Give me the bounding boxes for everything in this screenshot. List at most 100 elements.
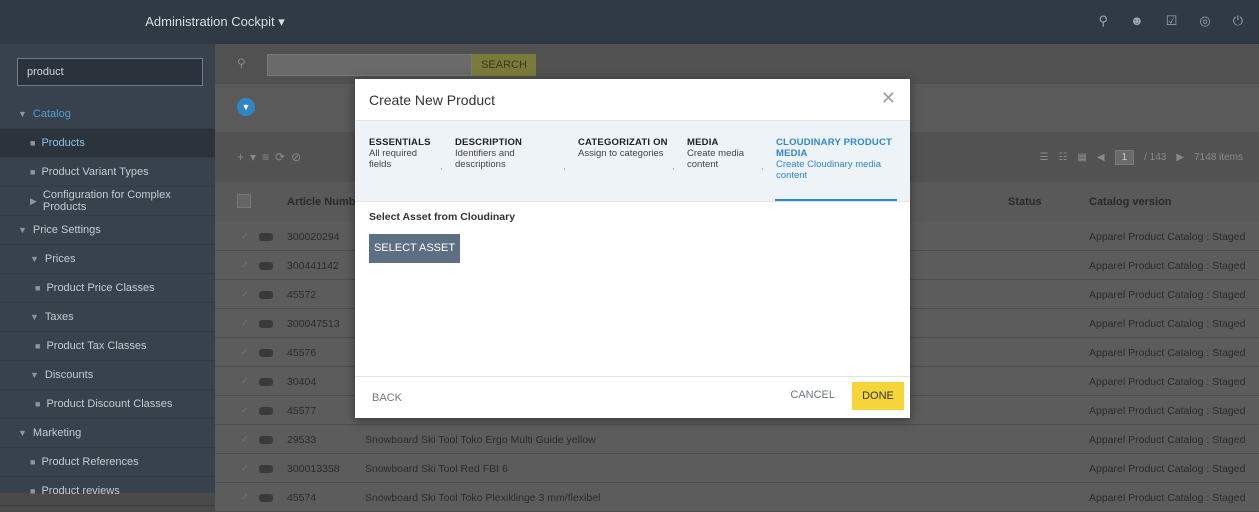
sidebar-item-taxes[interactable]: ▼ Taxes (0, 303, 215, 332)
app-title[interactable]: Administration Cockpit ▾ (0, 14, 430, 30)
caret-down-icon: ▼ (18, 225, 27, 235)
select-asset-label: Select Asset from Cloudinary (369, 211, 516, 223)
sidebar-item-product-discount-classes[interactable]: ■ Product Discount Classes (0, 390, 215, 419)
product-thumbnail (259, 320, 273, 328)
caret-down-icon: ▼ (18, 109, 27, 119)
step-cloudinary-product-media[interactable]: CLOUDINARY PRODUCT MEDIA Create Cloudinar… (776, 137, 900, 181)
sidebar-item-products[interactable]: ■ Products (0, 129, 215, 158)
step-media[interactable]: MEDIA Create media content (687, 137, 762, 170)
product-thumbnail (259, 378, 273, 386)
check-icon[interactable]: ✓ (241, 318, 249, 329)
check-icon[interactable]: ✓ (241, 405, 249, 416)
advanced-search-icon[interactable]: ⚲ (237, 56, 246, 70)
filter-icon[interactable]: ▼ (237, 98, 255, 116)
check-icon[interactable]: ✓ (241, 492, 249, 503)
discount-class-icon: ■ (35, 399, 41, 409)
grid-view-icon[interactable]: ▦ (1077, 152, 1086, 163)
sidebar-item-product-price-classes[interactable]: ■ Product Price Classes (0, 274, 215, 303)
pager: ☰ ☷ ▦ ◀ 1 / 143 ▶ 7148 items (1039, 150, 1243, 165)
sidebar-item-product-reviews[interactable]: ■ Product reviews (0, 477, 215, 506)
table-row[interactable]: ✓ 45574 Snowboard Ski Tool Toko Plexikling… (215, 483, 1259, 512)
step-separator: , (672, 161, 675, 171)
tax-class-icon: ■ (35, 341, 41, 351)
caret-down-icon: ▼ (30, 370, 39, 380)
select-asset-button[interactable]: SELECT ASSET (369, 234, 460, 263)
variant-icon: ■ (30, 167, 36, 177)
table-row[interactable]: ✓ 300013358 Snowboard Ski Tool Red FBI 6 Ap… (215, 454, 1259, 483)
caret-right-icon: ▶ (30, 195, 37, 206)
sidebar-item-marketing[interactable]: ▼ Marketing (0, 419, 215, 448)
step-separator: , (563, 161, 566, 171)
price-class-icon: ■ (35, 283, 41, 293)
select-all-checkbox[interactable] (237, 194, 251, 208)
product-thumbnail (259, 494, 273, 502)
table-row[interactable]: ✓ 29533 Snowboard Ski Tool Toko Ergo Multi… (215, 425, 1259, 454)
prev-page-icon[interactable]: ◀ (1097, 152, 1105, 163)
close-icon[interactable]: ✕ (881, 88, 896, 109)
sidebar: product ▼ Catalog ■ Products ■ Product Vari… (0, 44, 215, 506)
sidebar-item-prices[interactable]: ▼ Prices (0, 245, 215, 274)
top-bar: Administration Cockpit ▾ ⚲ ☻ ☑ ◎ ⏻ (0, 0, 1259, 44)
caret-down-icon: ▼ (30, 312, 39, 322)
product-thumbnail (259, 436, 273, 444)
page-total: / 143 (1144, 152, 1167, 163)
step-separator: , (761, 161, 764, 171)
topbar-icons: ⚲ ☻ ☑ ◎ ⏻ (1098, 13, 1243, 29)
sidebar-item-configuration-complex-products[interactable]: ▶ Configuration for Complex Products (0, 187, 215, 216)
search-input[interactable] (267, 54, 472, 76)
search-button[interactable]: SEARCH (472, 54, 536, 76)
check-icon[interactable]: ✓ (241, 260, 249, 271)
check-icon[interactable]: ✓ (241, 463, 249, 474)
sidebar-item-product-variant-types[interactable]: ■ Product Variant Types (0, 158, 215, 187)
product-icon: ■ (30, 138, 36, 148)
user-settings-icon[interactable]: ☻ (1130, 13, 1144, 29)
create-product-dialog: Create New Product ✕ ESSENTIALS All requi… (355, 79, 910, 418)
done-button[interactable]: DONE (852, 382, 904, 410)
dialog-header: Create New Product ✕ (355, 79, 910, 121)
power-icon[interactable]: ⏻ (1233, 13, 1243, 29)
column-catalog-version[interactable]: Catalog version (1089, 196, 1172, 208)
step-description[interactable]: DESCRIPTION Identifiers and descriptions (455, 137, 545, 170)
dialog-footer: BACK CANCEL DONE (355, 376, 910, 418)
review-icon: ■ (30, 486, 36, 496)
check-icon[interactable]: ✓ (241, 434, 249, 445)
sidebar-item-catalog[interactable]: ▼ Catalog (0, 100, 215, 129)
column-article-number[interactable]: Article Numb... (287, 196, 365, 208)
sidebar-nav: ▼ Catalog ■ Products ■ Product Variant Type… (0, 100, 215, 506)
sidebar-item-product-references[interactable]: ■ Product References (0, 448, 215, 477)
caret-down-icon: ▼ (30, 254, 39, 264)
step-essentials[interactable]: ESSENTIALS All required fields (369, 137, 434, 170)
active-step-indicator (775, 199, 897, 201)
tree-view-icon[interactable]: ☷ (1058, 152, 1067, 163)
product-thumbnail (259, 407, 273, 415)
check-icon[interactable]: ✓ (241, 376, 249, 387)
back-button[interactable]: BACK (372, 392, 402, 404)
product-thumbnail (259, 233, 273, 241)
product-thumbnail (259, 465, 273, 473)
step-categorization[interactable]: CATEGORIZATI ON Assign to categories (578, 137, 668, 159)
page-input[interactable]: 1 (1114, 150, 1135, 165)
check-icon[interactable]: ✓ (241, 289, 249, 300)
step-separator: , (440, 161, 443, 171)
reference-icon: ■ (30, 457, 36, 467)
next-page-icon[interactable]: ▶ (1176, 152, 1184, 163)
checklist-icon[interactable]: ☑ (1166, 13, 1178, 29)
cancel-button[interactable]: CANCEL (790, 389, 835, 401)
product-thumbnail (259, 262, 273, 270)
list-view-icon[interactable]: ☰ (1039, 152, 1048, 163)
item-count: 7148 items (1194, 152, 1243, 163)
column-status[interactable]: Status (1008, 196, 1042, 208)
product-thumbnail (259, 349, 273, 357)
list-actions[interactable]: +▾≡⟳⊘ (237, 150, 307, 164)
help-icon[interactable]: ◎ (1199, 13, 1210, 29)
search-toolbar: ⚲ SEARCH (215, 44, 1259, 84)
dialog-title: Create New Product (369, 92, 496, 108)
check-icon[interactable]: ✓ (241, 347, 249, 358)
product-thumbnail (259, 291, 273, 299)
sidebar-item-product-tax-classes[interactable]: ■ Product Tax Classes (0, 332, 215, 361)
sidebar-item-price-settings[interactable]: ▼ Price Settings (0, 216, 215, 245)
check-icon[interactable]: ✓ (241, 231, 249, 242)
sidebar-item-discounts[interactable]: ▼ Discounts (0, 361, 215, 390)
sync-icon[interactable]: ⚲ (1098, 13, 1108, 29)
sidebar-search-input[interactable]: product (17, 58, 203, 86)
